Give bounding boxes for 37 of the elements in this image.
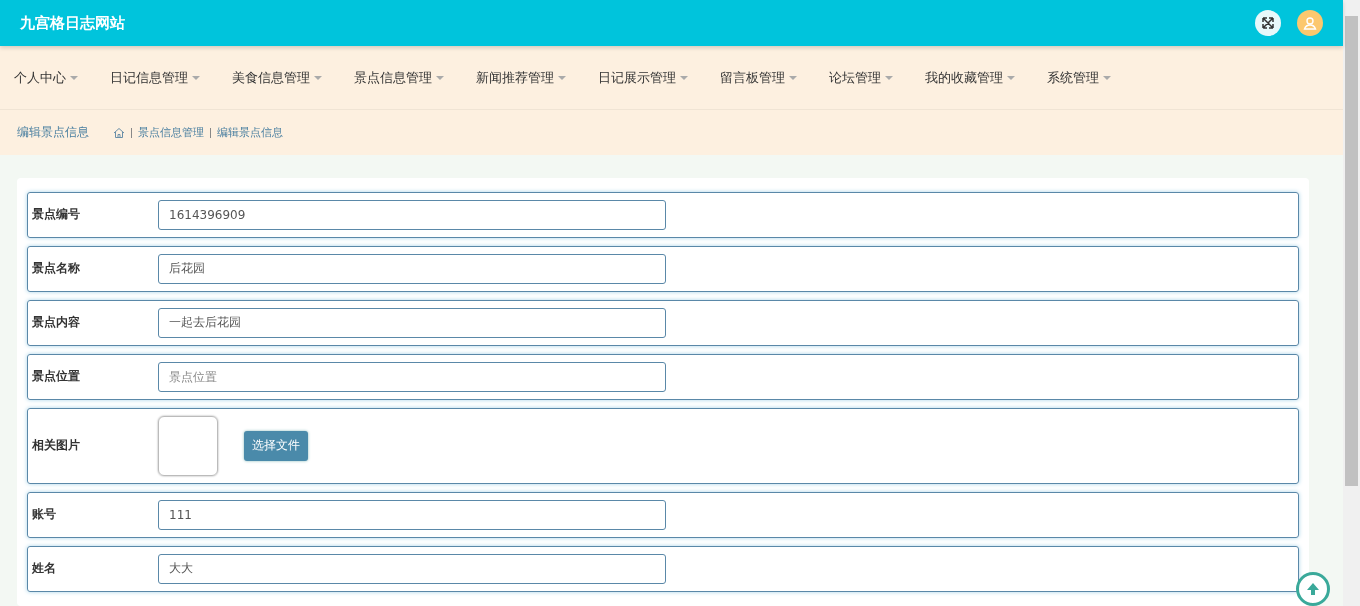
field-label: 相关图片 [32, 437, 81, 455]
nav-menu-item[interactable]: 美食信息管理 [232, 68, 322, 87]
breadcrumb-link[interactable]: 编辑景点信息 [217, 125, 283, 141]
nav-menu-item[interactable]: 论坛管理 [829, 68, 893, 87]
input-field[interactable]: 一起去后花园 [158, 308, 666, 338]
site-title: 九宫格日志网站 [20, 13, 126, 33]
nav-menu-item[interactable]: 我的收藏管理 [925, 68, 1015, 87]
field-label: 景点名称 [32, 260, 81, 278]
home-icon[interactable] [113, 126, 125, 139]
back-to-top-button[interactable] [1296, 572, 1330, 606]
breadcrumb-link[interactable]: 景点信息管理 [138, 125, 204, 141]
nav-menu-item[interactable]: 日记信息管理 [110, 68, 200, 87]
input-field[interactable]: 111 [158, 500, 666, 530]
nav-menu-item[interactable]: 留言板管理 [720, 68, 797, 87]
image-placeholder [158, 416, 218, 476]
field-label: 景点内容 [32, 314, 81, 332]
field-label: 姓名 [32, 560, 57, 578]
nav-menu-item[interactable]: 景点信息管理 [354, 68, 444, 87]
fullscreen-button[interactable] [1255, 10, 1281, 37]
input-field[interactable]: 后花园 [158, 254, 666, 284]
field-label: 景点编号 [32, 206, 81, 224]
nav-menu-item[interactable]: 系统管理 [1047, 68, 1111, 87]
field-label: 账号 [32, 506, 57, 524]
nav-menu-item[interactable]: 个人中心 [14, 68, 78, 87]
choose-file-button[interactable]: 选择文件 [244, 431, 308, 461]
expand-icon [1261, 16, 1275, 31]
nav-menu-item[interactable]: 新闻推荐管理 [476, 68, 566, 87]
input-field[interactable]: 景点位置 [158, 362, 666, 392]
input-field[interactable]: 1614396909 [158, 200, 666, 230]
user-icon [1303, 16, 1317, 31]
page-title: 编辑景点信息 [17, 124, 89, 142]
scrollbar[interactable] [1343, 0, 1360, 606]
field-label: 景点位置 [32, 368, 81, 386]
user-avatar[interactable] [1297, 10, 1323, 37]
input-field[interactable]: 大大 [158, 554, 666, 584]
arrow-up-icon [1305, 581, 1321, 597]
nav-menu-item[interactable]: 日记展示管理 [598, 68, 688, 87]
